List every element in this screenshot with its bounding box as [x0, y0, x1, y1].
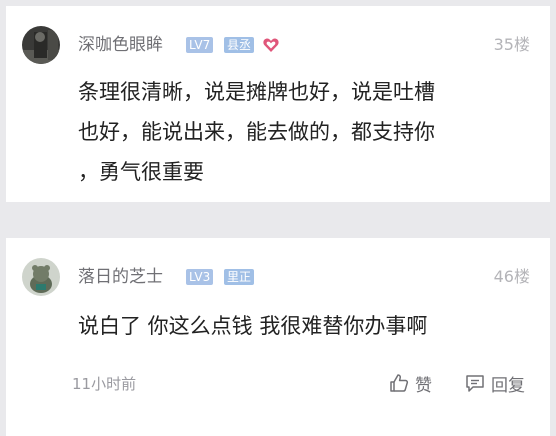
comment-icon	[464, 372, 486, 394]
comment-text-line: 也好，能说出来，能去做的，都支持你	[78, 120, 435, 144]
role-badge: 县丞	[224, 37, 255, 53]
level-badge: LV7	[186, 37, 214, 53]
like-button[interactable]: 赞	[388, 370, 432, 396]
reply-button[interactable]: 回复	[464, 370, 525, 396]
floor-number: 35楼	[493, 35, 530, 54]
comment-card: 落日的芝士 LV3 里正 46楼 说白了 你这么点钱 我很难替你办事啊	[6, 238, 550, 436]
username[interactable]: 落日的芝士	[78, 267, 163, 287]
level-badge: LV3	[186, 269, 214, 285]
user-avatar[interactable]	[22, 258, 60, 296]
comment-text-line: ，勇气很重要	[78, 160, 204, 184]
username[interactable]: 深咖色眼眸	[78, 35, 163, 55]
thumbs-up-icon	[388, 372, 410, 394]
reply-label: 回复	[491, 375, 525, 396]
like-label: 赞	[415, 375, 432, 396]
user-avatar[interactable]	[22, 26, 60, 64]
timestamp: 11小时前	[72, 375, 137, 393]
comment-text-line: 说白了 你这么点钱 我很难替你办事啊	[78, 314, 428, 338]
comment-card: 深咖色眼眸 LV7 县丞 35楼 条理很清晰，说是摊牌也好，说是吐槽 也好，能说…	[6, 6, 550, 202]
floor-number: 46楼	[493, 267, 530, 286]
heart-icon	[262, 36, 280, 54]
comment-text-line: 条理很清晰，说是摊牌也好，说是吐槽	[78, 80, 435, 104]
role-badge: 里正	[224, 269, 255, 285]
